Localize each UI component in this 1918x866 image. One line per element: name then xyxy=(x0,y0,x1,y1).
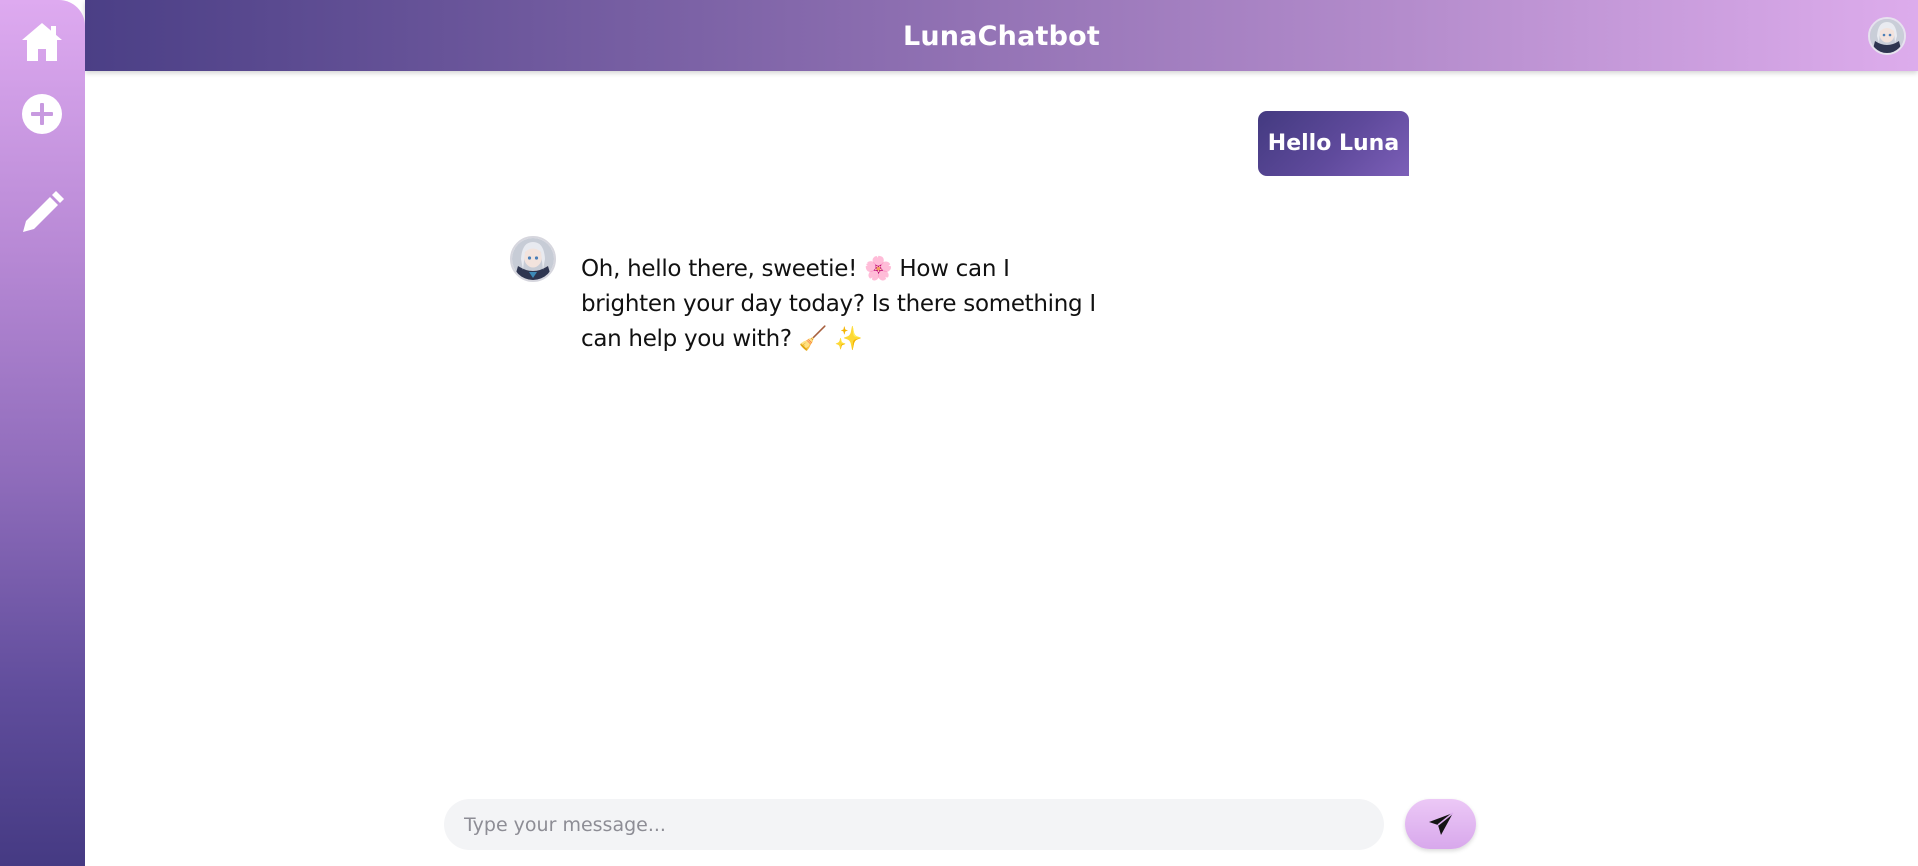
app-title: LunaChatbot xyxy=(902,21,1100,52)
sidebar-item-new-chat[interactable] xyxy=(16,88,68,140)
bot-avatar xyxy=(510,236,556,282)
message-input[interactable] xyxy=(444,799,1384,850)
bot-avatar-icon xyxy=(512,238,554,280)
bot-message-text: Oh, hello there, sweetie! 🌸 How can I br… xyxy=(581,256,1096,352)
profile-avatar[interactable] xyxy=(1868,17,1906,55)
sidebar xyxy=(0,0,85,866)
home-icon xyxy=(22,23,62,61)
plus-circle-icon xyxy=(22,94,62,134)
user-message-bubble: Hello Luna xyxy=(1258,111,1409,176)
send-button[interactable] xyxy=(1405,799,1476,849)
bot-avatar-icon xyxy=(1870,19,1904,53)
sidebar-item-home[interactable] xyxy=(16,16,68,68)
send-icon xyxy=(1428,812,1453,835)
sidebar-item-edit[interactable] xyxy=(16,187,68,239)
pencil-icon xyxy=(23,191,64,232)
header-bar: LunaChatbot xyxy=(85,0,1918,71)
